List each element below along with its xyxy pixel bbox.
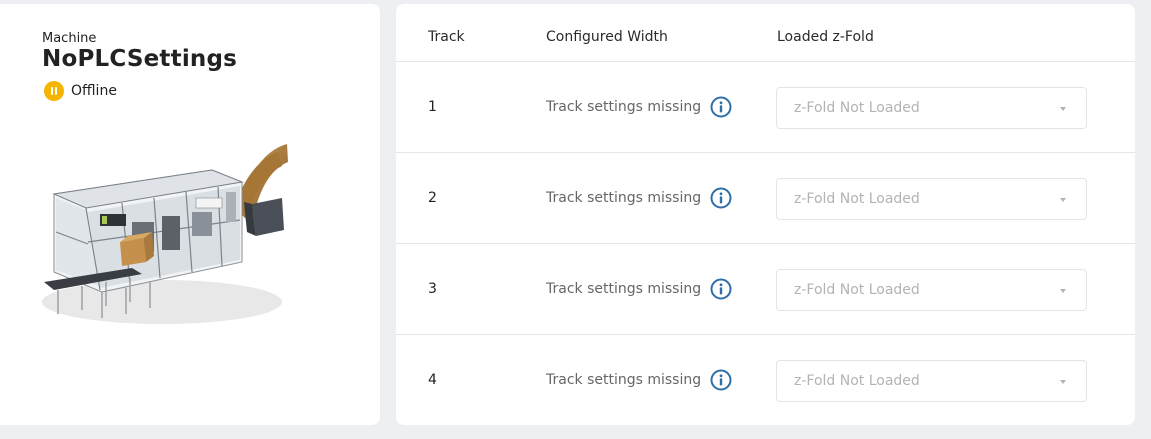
tracks-table: Track Configured Width Loaded z-Fold 1 T… bbox=[396, 4, 1135, 425]
machine-status: Offline bbox=[44, 81, 117, 101]
track-number: 3 bbox=[428, 281, 437, 297]
zfold-select-value: z-Fold Not Loaded bbox=[794, 100, 920, 116]
info-circle-icon[interactable] bbox=[710, 278, 732, 300]
machine-name: NoPLCSettings bbox=[42, 46, 238, 72]
configured-width-cell: Track settings missing bbox=[546, 369, 732, 391]
configured-width-cell: Track settings missing bbox=[546, 278, 732, 300]
zfold-select-value: z-Fold Not Loaded bbox=[794, 282, 920, 298]
table-row: 1 Track settings missing z-Fold Not Load… bbox=[396, 62, 1135, 153]
info-circle-icon[interactable] bbox=[710, 187, 732, 209]
zfold-select[interactable]: z-Fold Not Loaded bbox=[776, 87, 1087, 129]
chevron-down-icon bbox=[1060, 289, 1066, 293]
track-number: 4 bbox=[428, 372, 437, 388]
info-circle-icon[interactable] bbox=[710, 96, 732, 118]
header-track: Track bbox=[428, 29, 465, 45]
table-row: 4 Track settings missing z-Fold Not Load… bbox=[396, 335, 1135, 425]
zfold-select[interactable]: z-Fold Not Loaded bbox=[776, 360, 1087, 402]
zfold-select[interactable]: z-Fold Not Loaded bbox=[776, 269, 1087, 311]
width-status-text: Track settings missing bbox=[546, 372, 702, 388]
machine-card: Machine NoPLCSettings Offline bbox=[0, 4, 380, 425]
machine-image bbox=[42, 144, 288, 324]
pause-icon bbox=[44, 81, 64, 101]
zfold-select-value: z-Fold Not Loaded bbox=[794, 373, 920, 389]
chevron-down-icon bbox=[1060, 198, 1066, 202]
machine-label: Machine bbox=[42, 31, 97, 46]
header-loaded-zfold: Loaded z-Fold bbox=[777, 29, 874, 45]
chevron-down-icon bbox=[1060, 107, 1066, 111]
zfold-select-value: z-Fold Not Loaded bbox=[794, 191, 920, 207]
width-status-text: Track settings missing bbox=[546, 190, 702, 206]
zfold-select[interactable]: z-Fold Not Loaded bbox=[776, 178, 1087, 220]
track-number: 2 bbox=[428, 190, 437, 206]
chevron-down-icon bbox=[1060, 380, 1066, 384]
width-status-text: Track settings missing bbox=[546, 281, 702, 297]
width-status-text: Track settings missing bbox=[546, 99, 702, 115]
status-text: Offline bbox=[71, 83, 117, 99]
table-row: 2 Track settings missing z-Fold Not Load… bbox=[396, 153, 1135, 244]
configured-width-cell: Track settings missing bbox=[546, 187, 732, 209]
table-header: Track Configured Width Loaded z-Fold bbox=[396, 4, 1135, 62]
track-number: 1 bbox=[428, 99, 437, 115]
configured-width-cell: Track settings missing bbox=[546, 96, 732, 118]
info-circle-icon[interactable] bbox=[710, 369, 732, 391]
table-row: 3 Track settings missing z-Fold Not Load… bbox=[396, 244, 1135, 335]
header-configured-width: Configured Width bbox=[546, 29, 668, 45]
